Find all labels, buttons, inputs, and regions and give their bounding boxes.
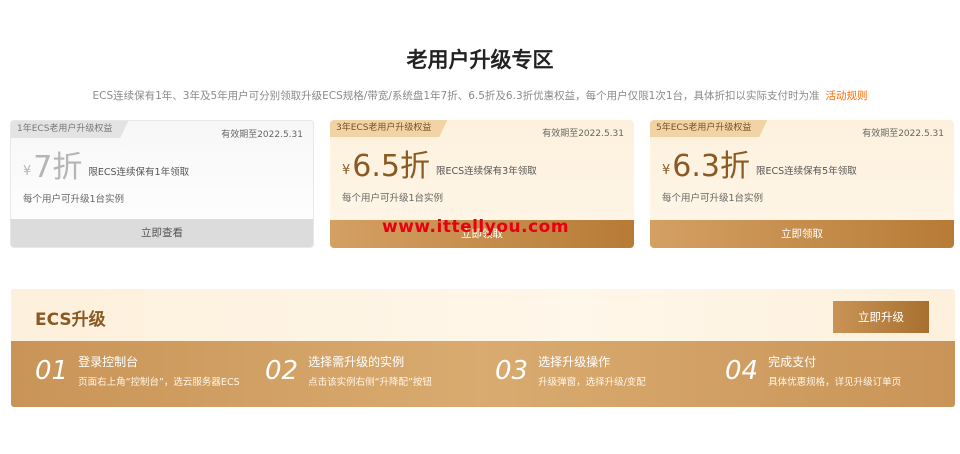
offer-tag: 5年ECS老用户升级权益 bbox=[650, 120, 768, 137]
step-number: 02 bbox=[265, 355, 299, 386]
step-number: 01 bbox=[35, 355, 69, 386]
offer-limit: 每个用户可升级1台实例 bbox=[662, 193, 764, 204]
offer-limit: 每个用户可升级1台实例 bbox=[23, 194, 125, 205]
offer-discount: 7折 bbox=[33, 150, 83, 185]
step-title: 选择需升级的实例 bbox=[308, 355, 405, 369]
offer-condition: 限ECS连续保有5年领取 bbox=[756, 166, 857, 177]
offer-validity: 有效期至2022.5.31 bbox=[862, 129, 944, 139]
upgrade-header: ECS升级 立即升级 bbox=[11, 289, 955, 341]
step-title: 选择升级操作 bbox=[538, 355, 611, 369]
step-title: 登录控制台 bbox=[78, 355, 139, 369]
offer-price: ¥ 7折 限ECS连续保有1年领取 bbox=[23, 151, 189, 185]
offer-card-5year: 5年ECS老用户升级权益 有效期至2022.5.31 ¥ 6.3折 限ECS连续… bbox=[650, 120, 954, 248]
offer-limit: 每个用户可升级1台实例 bbox=[342, 193, 444, 204]
subtitle-text: ECS连续保有1年、3年及5年用户可分别领取升级ECS规格/带宽/系统盘1年7折… bbox=[92, 90, 820, 102]
offer-discount: 6.3折 bbox=[672, 149, 750, 184]
step-3: 03 选择升级操作 升级弹窗，选择升级/变配 bbox=[495, 353, 646, 388]
yen-symbol: ¥ bbox=[342, 163, 351, 178]
step-desc: 点击该实例右侧“升降配”按钮 bbox=[308, 377, 432, 388]
step-desc: 具体优惠规格，详见升级订单页 bbox=[768, 377, 902, 388]
claim-now-button[interactable]: 立即领取 bbox=[650, 220, 954, 248]
offer-card-1year: 1年ECS老用户升级权益 有效期至2022.5.31 ¥ 7折 限ECS连续保有… bbox=[10, 120, 314, 248]
offer-price: ¥ 6.5折 限ECS连续保有3年领取 bbox=[342, 150, 537, 184]
upgrade-now-button[interactable]: 立即升级 bbox=[833, 301, 929, 333]
site-watermark: www.ittellyou.com bbox=[382, 217, 570, 237]
offer-validity: 有效期至2022.5.31 bbox=[542, 129, 624, 139]
page-title: 老用户升级专区 bbox=[406, 48, 554, 72]
yen-symbol: ¥ bbox=[662, 163, 671, 178]
offer-tag: 1年ECS老用户升级权益 bbox=[11, 121, 129, 138]
upgrade-title: ECS升级 bbox=[35, 310, 106, 330]
step-2: 02 选择需升级的实例 点击该实例右侧“升降配”按钮 bbox=[265, 353, 432, 388]
offer-price: ¥ 6.3折 限ECS连续保有5年领取 bbox=[662, 150, 857, 184]
step-1: 01 登录控制台 页面右上角“控制台”，选云服务器ECS bbox=[35, 353, 240, 388]
step-number: 04 bbox=[725, 355, 759, 386]
offer-discount: 6.5折 bbox=[352, 149, 430, 184]
offer-condition: 限ECS连续保有3年领取 bbox=[436, 166, 537, 177]
step-title: 完成支付 bbox=[768, 355, 817, 369]
offer-validity: 有效期至2022.5.31 bbox=[221, 130, 303, 140]
step-desc: 页面右上角“控制台”，选云服务器ECS bbox=[78, 377, 240, 388]
activity-rules-link[interactable]: 活动规则 bbox=[826, 90, 868, 102]
view-now-button[interactable]: 立即查看 bbox=[11, 219, 313, 247]
page-subtitle: ECS连续保有1年、3年及5年用户可分别领取升级ECS规格/带宽/系统盘1年7折… bbox=[0, 88, 960, 103]
step-desc: 升级弹窗，选择升级/变配 bbox=[538, 377, 646, 388]
offer-tag: 3年ECS老用户升级权益 bbox=[330, 120, 448, 137]
yen-symbol: ¥ bbox=[23, 164, 32, 179]
ecs-upgrade-section: ECS升级 立即升级 01 登录控制台 页面右上角“控制台”，选云服务器ECS … bbox=[11, 289, 955, 407]
step-number: 03 bbox=[495, 355, 529, 386]
step-4: 04 完成支付 具体优惠规格，详见升级订单页 bbox=[725, 353, 901, 388]
offer-condition: 限ECS连续保有1年领取 bbox=[88, 167, 190, 178]
upgrade-steps: 01 登录控制台 页面右上角“控制台”，选云服务器ECS 02 选择需升级的实例… bbox=[11, 341, 955, 407]
